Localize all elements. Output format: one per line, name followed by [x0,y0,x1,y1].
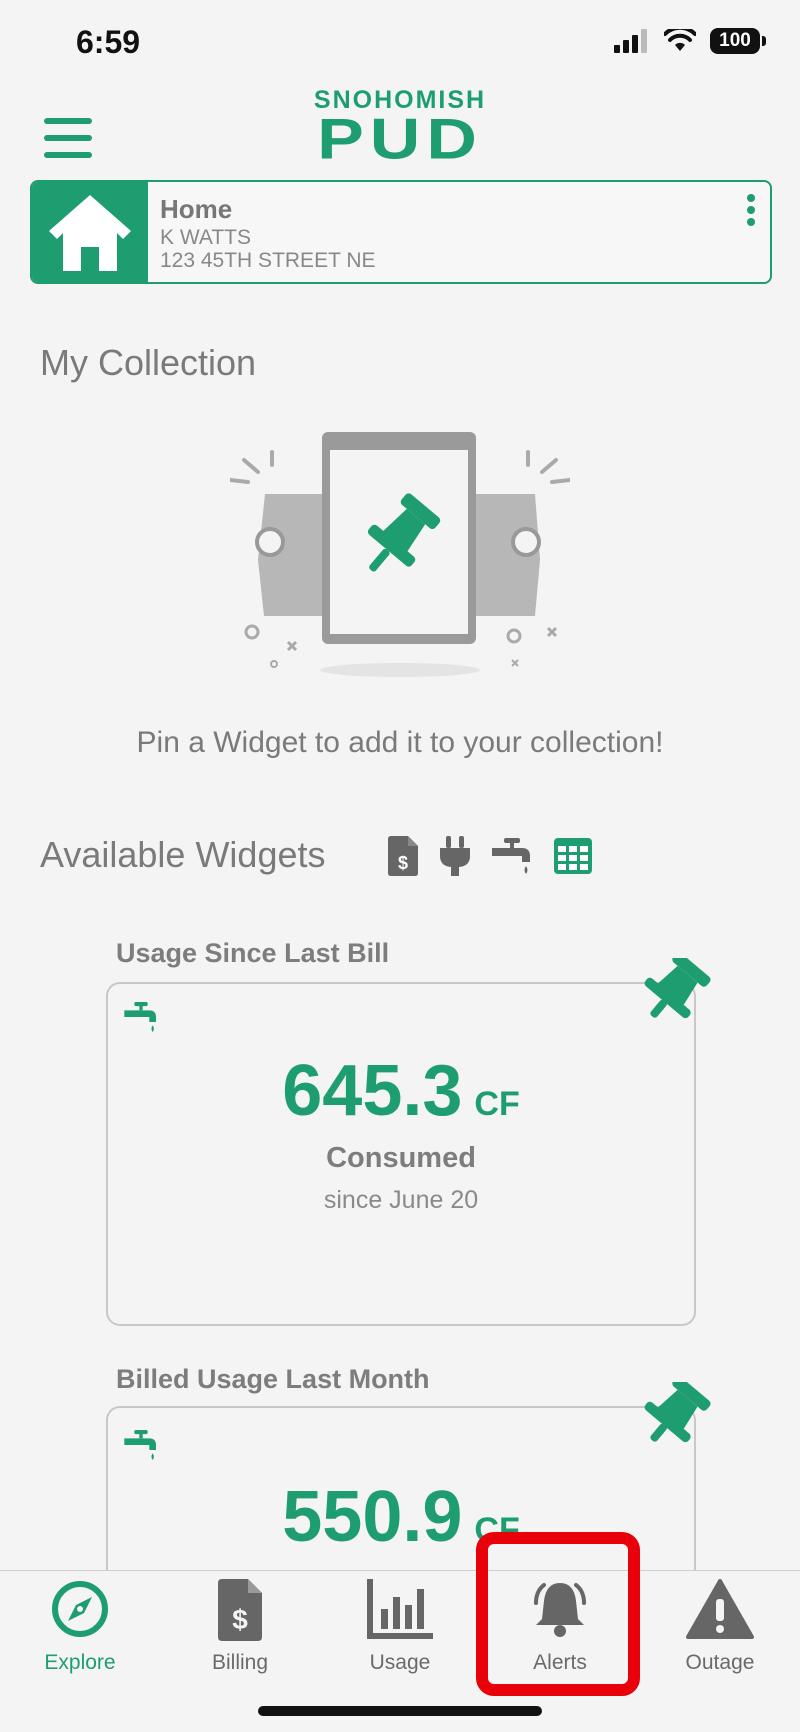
tab-label: Explore [44,1651,116,1674]
account-card[interactable]: Home K WATTS 123 45TH STREET NE [30,180,772,284]
widget-filter-bar: $ [388,836,592,876]
available-widgets-title: Available Widgets [40,834,326,875]
faucet-icon [124,1430,156,1460]
empty-collection-illustration [230,432,570,677]
widget-subtext: since June 20 [323,1186,479,1214]
usage-since-last-bill-widget[interactable]: 645.3 CF Consumed since June 20 [106,982,696,1326]
tab-label: Billing [211,1651,269,1674]
compass-icon [52,1581,108,1637]
grid-filter-icon[interactable] [554,838,592,874]
plug-filter-icon[interactable] [440,836,470,876]
empty-collection-message: Pin a Widget to add it to your collectio… [136,726,664,759]
tab-outage[interactable]: Outage [640,1571,800,1681]
warning-icon [686,1579,754,1639]
status-time: 6:59 [76,24,141,60]
widget-value: 645.3 CF [108,1050,694,1132]
my-collection-title: My Collection [40,342,257,383]
widget-title: Billed Usage Last Month [116,1364,430,1394]
status-icons: 100 [614,28,766,54]
alerts-highlight-box [476,1532,640,1696]
svg-text:$: $ [398,853,408,873]
account-address: 123 45TH STREET NE [160,249,376,272]
wifi-icon [664,29,696,51]
tab-usage[interactable]: Usage [320,1571,480,1681]
account-name: K WATTS [160,226,251,249]
home-icon [32,182,148,282]
account-label: Home [160,194,233,224]
widget-label: Consumed [326,1142,476,1174]
tab-label: Usage [369,1651,431,1674]
logo-main-text: PUD [317,106,483,171]
pin-widget-button[interactable] [638,1382,712,1448]
tab-billing[interactable]: $ Billing [160,1571,320,1681]
faucet-filter-icon[interactable] [492,836,532,876]
bill-icon: $ [218,1579,262,1641]
account-options-icon[interactable] [744,194,758,234]
bill-filter-icon[interactable]: $ [388,836,418,876]
bar-chart-icon [367,1579,433,1639]
widget-number: 645.3 [282,1051,463,1131]
widget-unit: CF [474,1085,520,1123]
battery-indicator: 100 [710,28,766,54]
faucet-icon [124,1002,156,1032]
svg-text:$: $ [232,1604,248,1635]
home-indicator [258,1706,542,1716]
widget-title: Usage Since Last Bill [116,938,390,968]
tab-explore[interactable]: Explore [0,1571,160,1681]
widget-number: 550.9 [282,1477,463,1557]
cellular-signal-icon [614,29,647,53]
pin-widget-button[interactable] [638,958,712,1024]
tab-label: Outage [685,1651,755,1674]
